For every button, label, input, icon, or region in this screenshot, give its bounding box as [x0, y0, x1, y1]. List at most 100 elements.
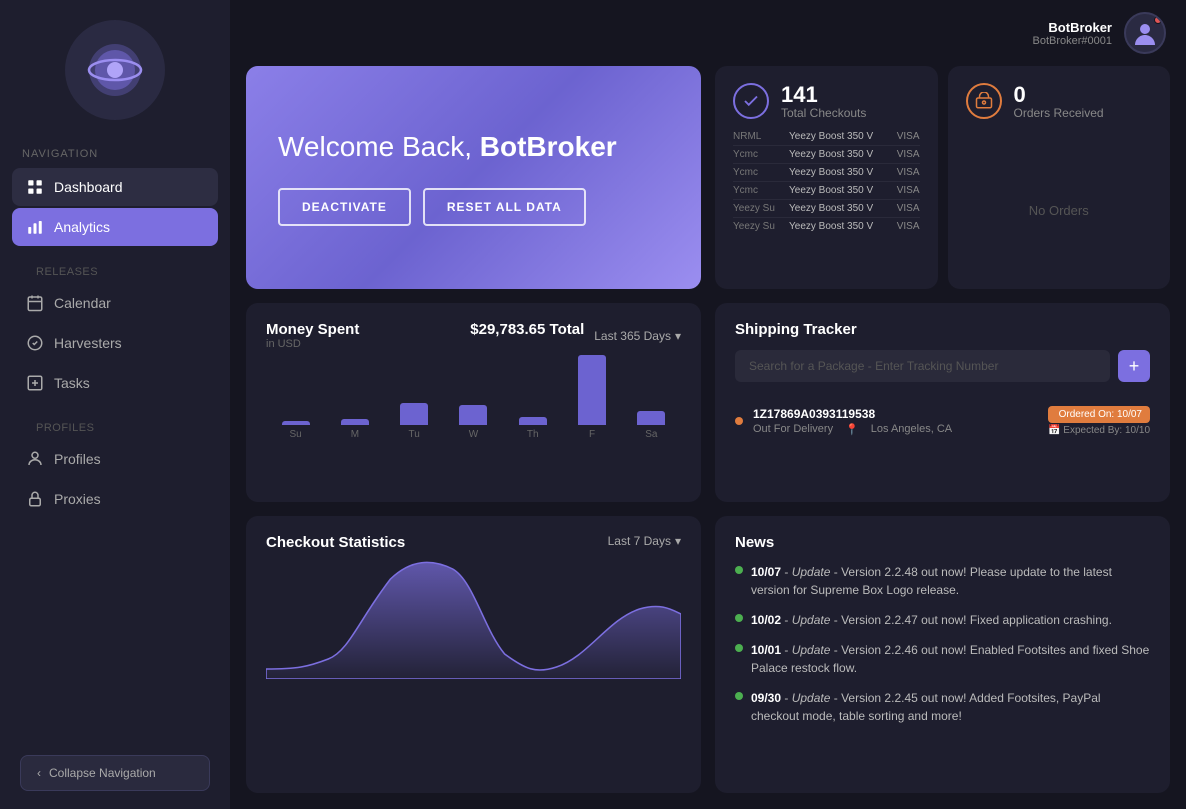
- nav-section-label: Navigation: [0, 148, 230, 160]
- tracking-input-row: +: [735, 350, 1150, 382]
- welcome-text: Welcome Back, BotBroker: [278, 129, 669, 165]
- sidebar-item-calendar[interactable]: Calendar: [12, 284, 218, 322]
- main-content: BotBroker BotBroker#0001 Welcome Back, B…: [230, 0, 1186, 809]
- bar-chart: Su M Tu W Th: [266, 360, 681, 440]
- sidebar-item-dashboard-label: Dashboard: [54, 179, 123, 195]
- chevron-down-icon: ▾: [675, 329, 681, 343]
- bar-su: [282, 421, 310, 425]
- bar-group-th: Th: [503, 417, 562, 440]
- tracking-input[interactable]: [735, 350, 1110, 382]
- add-tracking-button[interactable]: +: [1118, 350, 1150, 382]
- shipping-tracker-card: Shipping Tracker + 1Z17869A0393119538 Ou…: [715, 303, 1170, 502]
- money-spent-card: Money Spent in USD $29,783.65 Total Last…: [246, 303, 701, 502]
- app-logo: [65, 20, 165, 120]
- sidebar-item-tasks[interactable]: Tasks: [12, 364, 218, 402]
- no-orders-text: No Orders: [966, 148, 1153, 273]
- reset-all-data-button[interactable]: RESET ALL DATA: [423, 188, 586, 226]
- tracking-id: 1Z17869A0393119538: [753, 407, 1038, 421]
- deactivate-button[interactable]: DEACTIVATE: [278, 188, 411, 226]
- period-selector[interactable]: Last 365 Days ▾: [594, 329, 681, 343]
- bar-f: [578, 355, 606, 425]
- collapse-arrow-icon: ‹: [37, 766, 41, 780]
- profiles-section-label: Profiles: [22, 422, 208, 434]
- bar-sa: [637, 411, 665, 425]
- bar-group-su: Su: [266, 421, 325, 440]
- tracking-status-dot: [735, 417, 743, 425]
- table-row: Ycmc Yeezy Boost 350 V VISA: [733, 146, 920, 164]
- bar-m: [341, 419, 369, 425]
- welcome-card: Welcome Back, BotBroker DEACTIVATE RESET…: [246, 66, 701, 289]
- tracking-location: Los Angeles, CA: [871, 423, 952, 435]
- sidebar-item-proxies[interactable]: Proxies: [12, 480, 218, 518]
- checkouts-count: 141: [781, 82, 866, 108]
- bar-group-tu: Tu: [385, 403, 444, 440]
- sidebar-item-dashboard[interactable]: Dashboard: [12, 168, 218, 206]
- orders-count: 0: [1014, 82, 1104, 108]
- news-dot: [735, 566, 743, 574]
- money-spent-subtitle: in USD: [266, 338, 359, 350]
- sidebar-item-analytics[interactable]: Analytics: [12, 208, 218, 246]
- sidebar-item-proxies-label: Proxies: [54, 491, 101, 507]
- table-row: Ycmc Yeezy Boost 350 V VISA: [733, 164, 920, 182]
- sidebar-item-profiles-label: Profiles: [54, 451, 101, 467]
- sidebar: Navigation Dashboard Analytics Releases: [0, 0, 230, 809]
- tracking-right: Ordered On: 10/07 📅 Expected By: 10/10: [1048, 406, 1150, 436]
- tracking-ordered-badge: Ordered On: 10/07: [1048, 406, 1150, 423]
- news-item-3: 10/01 - Update - Version 2.2.46 out now!…: [735, 641, 1150, 677]
- sidebar-item-analytics-label: Analytics: [54, 219, 110, 235]
- table-row: Yeezy Su Yeezy Boost 350 V VISA: [733, 200, 920, 218]
- news-dot-3: [735, 644, 743, 652]
- lock-icon: [26, 490, 44, 508]
- bar-tu: [400, 403, 428, 425]
- avatar[interactable]: [1124, 12, 1166, 54]
- bar-w: [459, 405, 487, 425]
- sidebar-item-calendar-label: Calendar: [54, 295, 111, 311]
- user-icon: [26, 450, 44, 468]
- checkouts-label: Total Checkouts: [781, 106, 866, 120]
- money-spent-total: $29,783.65 Total: [470, 321, 584, 338]
- avatar-notification-dot: [1154, 16, 1162, 24]
- shipping-tracker-title: Shipping Tracker: [735, 321, 1150, 338]
- orders-icon: [966, 83, 1002, 119]
- username: BotBroker: [1033, 20, 1113, 35]
- topbar: BotBroker BotBroker#0001: [230, 0, 1186, 66]
- plus-square-icon: [26, 374, 44, 392]
- checkout-period-label: Last 7 Days: [608, 534, 671, 548]
- grid-icon: [26, 178, 44, 196]
- news-title: News: [735, 534, 1150, 551]
- news-item-4: 09/30 - Update - Version 2.2.45 out now!…: [735, 689, 1150, 725]
- news-dot-4: [735, 692, 743, 700]
- table-row: Ycmc Yeezy Boost 350 V VISA: [733, 182, 920, 200]
- orders-received-card: 0 Orders Received No Orders: [948, 66, 1171, 289]
- tracking-expected: 📅 Expected By: 10/10: [1048, 425, 1150, 436]
- calendar-icon: [26, 294, 44, 312]
- news-card: News 10/07 - Update - Version 2.2.48 out…: [715, 516, 1170, 793]
- checkout-stats-title: Checkout Statistics: [266, 534, 405, 551]
- checkouts-icon: [733, 83, 769, 119]
- total-checkouts-card: 141 Total Checkouts NRML Yeezy Boost 350…: [715, 66, 938, 289]
- news-item-2: 10/02 - Update - Version 2.2.47 out now!…: [735, 611, 1150, 629]
- chevron-down-icon-2: ▾: [675, 534, 681, 548]
- checkout-period-selector[interactable]: Last 7 Days ▾: [608, 534, 681, 548]
- welcome-buttons: DEACTIVATE RESET ALL DATA: [278, 188, 669, 226]
- collapse-nav-button[interactable]: ‹ Collapse Navigation: [20, 755, 210, 791]
- period-label: Last 365 Days: [594, 329, 671, 343]
- sidebar-item-profiles[interactable]: Profiles: [12, 440, 218, 478]
- bar-group-w: W: [444, 405, 503, 440]
- bar-group-m: M: [325, 419, 384, 440]
- table-row: NRML Yeezy Boost 350 V VISA: [733, 128, 920, 146]
- user-info: BotBroker BotBroker#0001: [1033, 20, 1113, 47]
- sidebar-item-harvesters-label: Harvesters: [54, 335, 122, 351]
- releases-section-label: Releases: [22, 266, 208, 278]
- content-grid: Welcome Back, BotBroker DEACTIVATE RESET…: [230, 66, 1186, 809]
- bar-group-f: F: [562, 355, 621, 440]
- bar-th: [519, 417, 547, 425]
- sidebar-item-harvesters[interactable]: Harvesters: [12, 324, 218, 362]
- news-dot-2: [735, 614, 743, 622]
- bar-chart-icon: [26, 218, 44, 236]
- money-spent-title: Money Spent: [266, 321, 359, 338]
- tracking-item: 1Z17869A0393119538 Out For Delivery 📍 Lo…: [735, 396, 1150, 446]
- tracking-info: 1Z17869A0393119538 Out For Delivery 📍 Lo…: [753, 407, 1038, 436]
- check-circle-icon: [26, 334, 44, 352]
- user-tag: BotBroker#0001: [1033, 35, 1113, 47]
